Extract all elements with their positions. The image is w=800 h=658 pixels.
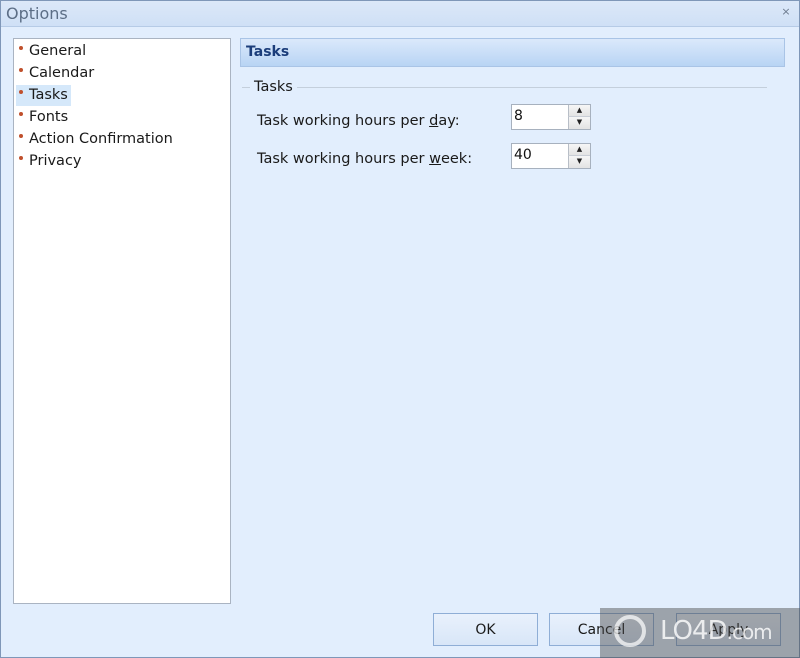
group-label: Tasks [254,79,293,95]
watermark-logo-icon [614,615,646,647]
label-text: Task working hours per [257,151,430,167]
nav-item-action-confirmation[interactable]: Action Confirmation [16,129,176,150]
window-title: Options [6,4,68,23]
watermark-text: LO4D.com [660,616,773,646]
bullet-icon [19,90,23,94]
bullet-icon [19,134,23,138]
watermark-suffix: .com [726,620,773,644]
nav-item-label: Calendar [29,65,95,81]
nav-item-general[interactable]: General [16,41,89,62]
nav-item-tasks[interactable]: Tasks [16,85,71,106]
group-divider-right [297,87,767,88]
close-icon[interactable]: × [779,5,793,19]
nav-item-label: Privacy [29,153,82,169]
bullet-icon [19,112,23,116]
section-header: Tasks [240,38,785,67]
hours-per-day-input[interactable] [512,105,566,127]
increment-day-button[interactable]: ▲ [568,105,590,117]
hours-per-day-label: Task working hours per day: [257,113,460,129]
bullet-icon [19,46,23,50]
section-title: Tasks [246,44,290,60]
nav-item-label: Fonts [29,109,69,125]
accelerator-key: d [429,113,439,129]
watermark-brand: LO4D [660,616,728,646]
options-category-list: General Calendar Tasks Fonts Action Conf… [13,38,231,604]
label-text: ay: [438,113,460,129]
nav-item-label: Tasks [29,87,68,103]
increment-week-button[interactable]: ▲ [568,144,590,156]
hours-per-week-label: Task working hours per week: [257,151,472,167]
nav-item-label: General [29,43,87,59]
options-dialog: Options × General Calendar Tasks Fonts A… [0,0,800,658]
hours-per-week-spinner: ▲ ▼ [511,143,591,169]
group-divider-left [242,87,250,88]
bullet-icon [19,68,23,72]
decrement-week-button[interactable]: ▼ [568,156,590,168]
bullet-icon [19,156,23,160]
nav-item-calendar[interactable]: Calendar [16,63,97,84]
decrement-day-button[interactable]: ▼ [568,117,590,129]
nav-item-label: Action Confirmation [29,131,173,147]
label-text: Task working hours per [257,113,430,129]
nav-item-fonts[interactable]: Fonts [16,107,71,128]
hours-per-day-spinner: ▲ ▼ [511,104,591,130]
watermark: LO4D.com [600,608,800,658]
ok-button[interactable]: OK [433,613,538,646]
nav-item-privacy[interactable]: Privacy [16,151,85,172]
label-text: eek: [440,151,473,167]
accelerator-key: w [429,151,441,167]
hours-per-week-input[interactable] [512,144,566,166]
title-bar[interactable]: Options × [1,1,799,27]
